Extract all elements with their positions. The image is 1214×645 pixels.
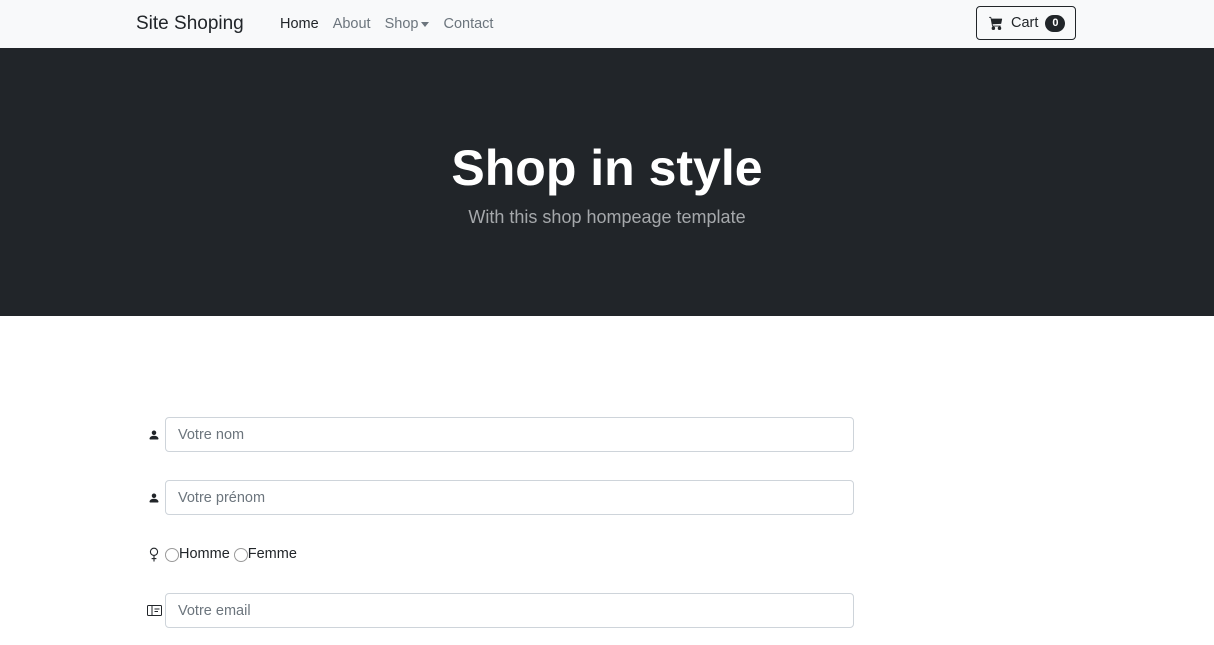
gender-row: Homme Femme xyxy=(146,545,297,563)
radio-homme-circle[interactable] xyxy=(165,547,179,562)
hero-subtitle: With this shop hompeage template xyxy=(468,207,746,227)
brand-logo[interactable]: Site Shoping xyxy=(136,12,244,36)
nav-links: Home About Shop Contact xyxy=(280,14,507,34)
female-symbol-icon xyxy=(146,546,162,562)
nav-home-link[interactable]: Home xyxy=(280,14,319,34)
nom-row: Votre nom xyxy=(146,417,854,452)
radio-femme-label: Femme xyxy=(247,546,297,562)
caret-down-icon xyxy=(421,22,430,27)
radio-femme-circle[interactable] xyxy=(233,547,248,562)
hero-header: Shop in style With this shop hompeage te… xyxy=(0,48,1214,316)
person-icon xyxy=(146,427,162,443)
nav-about-link[interactable]: About xyxy=(333,14,371,34)
prenom-row: Votre prénom xyxy=(146,480,854,515)
nav-shop-label: Shop xyxy=(384,16,419,32)
navbar: Site Shoping Home About Shop Contact Car… xyxy=(0,0,1214,48)
envelope-icon xyxy=(146,603,162,619)
cart-label: Cart xyxy=(1011,15,1039,31)
nom-input[interactable]: Votre nom xyxy=(165,417,854,452)
radio-femme[interactable]: Femme xyxy=(233,545,297,563)
radio-homme-label: Homme xyxy=(179,546,230,562)
email-input[interactable]: Votre email xyxy=(165,593,854,628)
nav-shop-dropdown[interactable]: Shop xyxy=(385,14,430,34)
hero-title: Shop in style xyxy=(451,140,763,196)
cart-count-badge: 0 xyxy=(1045,14,1066,32)
radio-homme[interactable]: Homme xyxy=(165,545,230,563)
person-icon xyxy=(146,490,162,506)
nav-contact-link[interactable]: Contact xyxy=(443,14,493,34)
cart-icon xyxy=(989,16,1003,30)
email-row: Votre email xyxy=(146,593,854,628)
cart-button[interactable]: Cart 0 xyxy=(976,6,1076,40)
prenom-input[interactable]: Votre prénom xyxy=(165,480,854,515)
